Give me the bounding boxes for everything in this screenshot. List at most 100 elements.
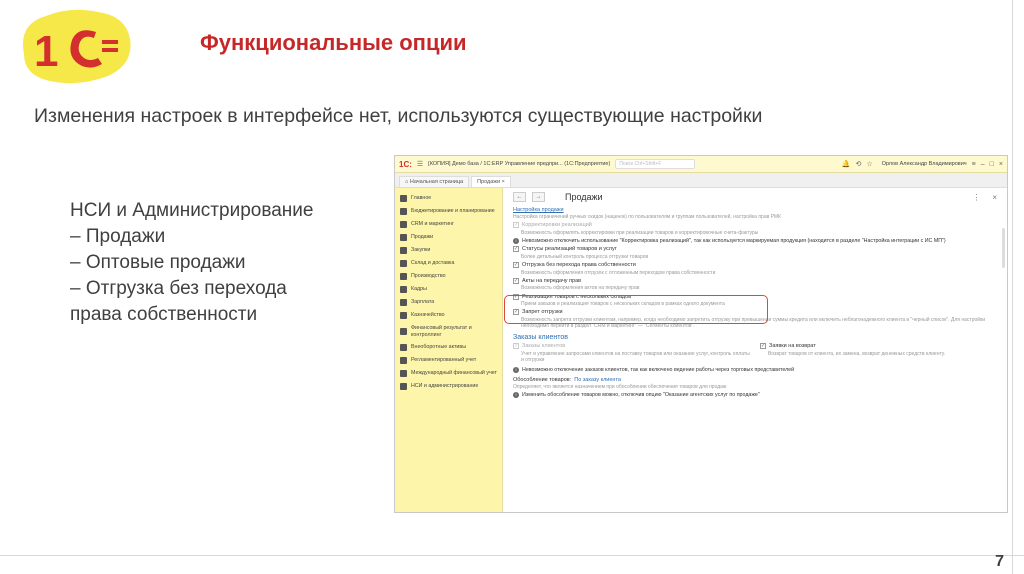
sidebar-item-hr[interactable]: Кадры (395, 283, 502, 296)
minimize-icon[interactable]: – (981, 161, 985, 168)
footer-divider (0, 555, 1024, 556)
ledger-icon (400, 357, 407, 364)
side-divider (1012, 0, 1013, 574)
sidebar-item-purchases[interactable]: Закупки (395, 244, 502, 257)
tab-close-icon[interactable]: × (502, 179, 505, 185)
sidebar-item-crm[interactable]: CRM и маркетинг (395, 218, 502, 231)
desc-text: Возможность оформления отгрузок с отложе… (521, 269, 716, 276)
option-return-requests[interactable]: ✓ Заявки на возврат (760, 343, 997, 350)
sidebar-item-sales[interactable]: Продажи (395, 231, 502, 244)
chart-icon (400, 328, 407, 335)
sidebar-item-warehouse[interactable]: Склад и доставка (395, 257, 502, 270)
person-icon (400, 286, 407, 293)
bullet-item: – Оптовые продажи (70, 252, 246, 273)
sidebar-item-assets[interactable]: Внеоборотные активы (395, 341, 502, 354)
page-number: 7 (995, 553, 1004, 570)
bullet-item: – Продажи (70, 226, 166, 247)
menu-icon[interactable]: ☰ (417, 160, 423, 168)
tab-bar: ⌂ Начальная страница Продажи × (395, 173, 1007, 188)
sidebar-item-label: Международный финансовый учет (411, 370, 497, 377)
desc-text: Учет и управление запросами клиентов на … (521, 350, 750, 363)
desc-text: Возврат товаров от клиента, их замена, в… (768, 350, 946, 357)
info-text: Изменить обособление товаров можно, откл… (522, 392, 760, 399)
info-icon: i (513, 367, 519, 374)
checkbox[interactable]: ✓ (760, 343, 766, 350)
desc-text: Настройка ограничений ручных скидок (нац… (513, 214, 782, 220)
desc-text: Возможность оформления актов на передачу… (521, 285, 640, 292)
payroll-icon (400, 299, 407, 306)
slide-subtitle: Изменения настроек в интерфейсе нет, исп… (34, 105, 763, 127)
sales-settings-link[interactable]: Настройка продажи (513, 207, 997, 213)
checkbox[interactable]: ✓ (513, 246, 519, 253)
scrollbar[interactable] (1002, 228, 1005, 268)
option-label: Акты на передачу прав (522, 277, 582, 284)
sidebar-item-label: Финансовый результат и контроллинг (411, 325, 472, 338)
info-text: Невозможно отключить использование "Корр… (522, 237, 946, 244)
checkbox[interactable]: ✓ (513, 222, 519, 229)
sidebar-item-label: НСИ и администрирование (411, 383, 479, 390)
sidebar-item-payroll[interactable]: Зарплата (395, 296, 502, 309)
search-input[interactable]: Поиск Ctrl+Shift+F (615, 159, 696, 169)
isolation-select[interactable]: По заказу клиента (574, 377, 621, 384)
option-label: Отгрузка без перехода права собственност… (522, 262, 636, 269)
close-icon[interactable]: × (992, 193, 997, 202)
cart-icon (400, 247, 407, 254)
sidebar-item-admin[interactable]: НСИ и администрирование (395, 380, 502, 393)
option-shipment-no-ownership[interactable]: ✓ Отгрузка без перехода права собственнос… (513, 262, 997, 269)
sidebar-item-treasury[interactable]: Казначейство (395, 309, 502, 322)
desc-text: Определяет, что является назначением при… (513, 384, 727, 391)
maximize-icon[interactable]: □ (990, 161, 994, 168)
sidebar-item-finance[interactable]: Финансовый результат и контроллинг (395, 322, 502, 341)
tab-sales-label: Продажи (477, 179, 501, 185)
sidebar-item-budget[interactable]: Бюджетирование и планирование (395, 205, 502, 218)
settings-icon[interactable]: ≡ (972, 161, 976, 168)
option-customer-orders[interactable]: ✓ Заказы клиентов (513, 343, 750, 350)
app-sidebar: Главное Бюджетирование и планирование CR… (395, 188, 503, 512)
svg-text:1: 1 (34, 27, 58, 76)
bell-icon[interactable]: 🔔 (842, 160, 851, 168)
option-corrections[interactable]: ✓ Корректировки реализаций (513, 222, 997, 229)
crm-icon (400, 221, 407, 228)
back-button[interactable]: ← (513, 192, 526, 202)
app-window-title: [КОПИЯ] Демо база / 1С:ERP Управление пр… (428, 161, 611, 167)
sales-icon (400, 234, 407, 241)
user-name[interactable]: Орлов Александр Владимирович (882, 161, 967, 167)
star-icon[interactable]: ☆ (866, 160, 872, 168)
sidebar-item-label: Бюджетирование и планирование (411, 208, 495, 215)
info-icon: i (513, 237, 519, 244)
1c-logo: 1 (16, 4, 134, 88)
option-label: Заказы клиентов (522, 343, 566, 350)
history-icon[interactable]: ⟲ (855, 160, 861, 168)
budget-icon (400, 208, 407, 215)
sidebar-item-main[interactable]: Главное (395, 192, 502, 205)
sidebar-item-production[interactable]: Производство (395, 270, 502, 283)
bullet-list: НСИ и Администрирование – Продажи – Опто… (70, 198, 390, 328)
option-rights-acts[interactable]: ✓ Акты на передачу прав (513, 277, 997, 285)
content-header: ← → Продажи ⋮ × (513, 192, 997, 202)
close-icon[interactable]: × (999, 161, 1003, 168)
checkbox[interactable]: ✓ (513, 277, 519, 284)
option-statuses[interactable]: ✓ Статусы реализаций товаров и услуг (513, 246, 997, 253)
warehouse-icon (400, 260, 407, 267)
info-text: Невозможно отключение заказов клиентов, … (522, 367, 795, 374)
tab-home[interactable]: ⌂ Начальная страница (399, 176, 470, 187)
factory-icon (400, 273, 407, 280)
slide-title: Функциональные опции (200, 30, 467, 55)
sidebar-item-accounting[interactable]: Регламентированный учет (395, 354, 502, 367)
bullet-item: – Отгрузка без перехода (70, 278, 287, 299)
sidebar-item-label: Главное (411, 195, 432, 202)
checkbox[interactable]: ✓ (513, 343, 519, 350)
bullet-item: права собственности (70, 304, 258, 325)
desc-text: Более детальный контроль процесса отгруз… (521, 253, 649, 260)
slide: 1 Функциональные опции Изменения настрое… (0, 0, 1024, 574)
more-icon[interactable]: ⋮ (972, 193, 980, 202)
sidebar-item-ifrs[interactable]: Международный финансовый учет (395, 367, 502, 380)
tab-sales[interactable]: Продажи × (471, 176, 511, 187)
checkbox[interactable]: ✓ (513, 262, 519, 269)
sidebar-item-label: Продажи (411, 234, 434, 241)
forward-button[interactable]: → (532, 192, 545, 202)
sidebar-item-label: Кадры (411, 286, 427, 293)
info-message: i Изменить обособление товаров можно, отк… (513, 392, 997, 399)
two-column-options: ✓ Заказы клиентов Учет и управление запро… (513, 341, 997, 365)
sidebar-item-label: Зарплата (411, 299, 435, 306)
